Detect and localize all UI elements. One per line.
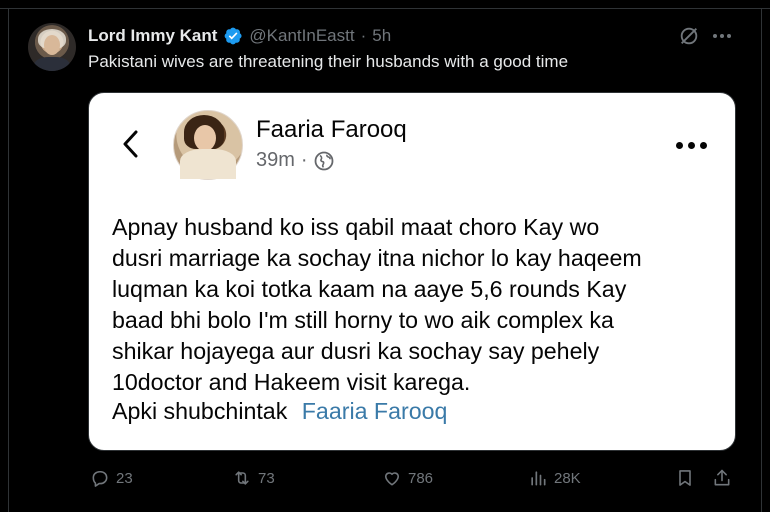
header-separator: · bbox=[360, 26, 367, 45]
reply-button[interactable]: 23 bbox=[90, 466, 133, 490]
like-button[interactable]: 786 bbox=[382, 466, 433, 490]
fb-post-body: Apnay husband ko iss qabil maat choro Ka… bbox=[112, 212, 726, 397]
reply-count: 23 bbox=[116, 469, 133, 487]
tweet-text: Pakistani wives are threatening their hu… bbox=[88, 52, 569, 71]
fb-post-time: 39m bbox=[256, 149, 295, 171]
fb-signoff-label: Apki shubchintak bbox=[112, 398, 288, 424]
author-avatar[interactable] bbox=[28, 23, 76, 71]
author-handle[interactable]: @KantInEastt bbox=[249, 26, 354, 46]
more-icon[interactable] bbox=[710, 25, 734, 47]
fb-meta-separator: · bbox=[300, 149, 308, 171]
fb-more-dot bbox=[700, 141, 707, 149]
more-dot bbox=[713, 34, 717, 38]
heart-icon bbox=[384, 472, 400, 486]
share-icon bbox=[714, 469, 730, 486]
globe-icon bbox=[314, 151, 333, 170]
views-count: 28K bbox=[554, 469, 581, 487]
repost-button[interactable]: 73 bbox=[232, 466, 275, 490]
bookmark-icon bbox=[679, 470, 691, 486]
fb-body-line: baad bhi bolo I'm still horny to wo aik … bbox=[112, 306, 614, 333]
fb-body-line: shikar hojayega aur dusri ka sochay say … bbox=[112, 337, 600, 364]
views-button[interactable]: 28K bbox=[528, 466, 581, 490]
fb-body-line: Apnay husband ko iss qabil maat choro Ka… bbox=[112, 214, 600, 240]
fb-avatar-face bbox=[194, 125, 216, 151]
repost-count: 73 bbox=[258, 469, 275, 487]
avatar-coat bbox=[34, 57, 70, 71]
share-button[interactable] bbox=[712, 466, 732, 490]
repost-icon bbox=[235, 471, 249, 485]
fb-more-dot bbox=[676, 141, 683, 149]
fb-signoff-name: Faaria Farooq bbox=[301, 398, 448, 424]
like-count: 786 bbox=[408, 469, 434, 487]
bookmark-button[interactable] bbox=[675, 466, 695, 490]
fb-signoff: Apki shubchintak Faaria Farooq bbox=[112, 398, 447, 425]
fb-author-name: Faaria Farooq bbox=[256, 116, 407, 143]
fb-more-icon bbox=[676, 140, 710, 150]
right-divider bbox=[761, 8, 762, 512]
tweet-actions: 23 73 786 28K bbox=[88, 466, 734, 490]
fb-author-avatar bbox=[173, 110, 243, 180]
author-name[interactable]: Lord Immy Kant bbox=[88, 26, 217, 46]
top-divider bbox=[0, 0, 770, 9]
fb-post-meta: 39m · bbox=[256, 149, 334, 172]
reply-icon bbox=[92, 470, 108, 487]
fb-avatar-scarf bbox=[180, 149, 236, 179]
more-dot bbox=[727, 34, 731, 38]
post-time[interactable]: 5h bbox=[372, 26, 391, 46]
verified-badge-icon bbox=[225, 27, 242, 45]
avatar-face bbox=[44, 35, 60, 55]
fb-body-line: dusri marriage ka sochay itna nichor lo … bbox=[112, 244, 642, 271]
views-icon bbox=[531, 471, 546, 486]
more-dot bbox=[720, 34, 724, 38]
fb-more-dot bbox=[688, 141, 695, 149]
fb-body-line: 10doctor and Hakeem visit karega. bbox=[112, 368, 471, 395]
grok-icon[interactable] bbox=[678, 25, 700, 47]
back-arrow-icon bbox=[123, 130, 138, 158]
tweet-header: Lord Immy Kant @KantInEastt · 5h bbox=[88, 25, 391, 47]
left-divider bbox=[8, 8, 9, 512]
fb-body-line: luqman ka koi totka kaam na aaye 5,6 rou… bbox=[112, 275, 627, 302]
